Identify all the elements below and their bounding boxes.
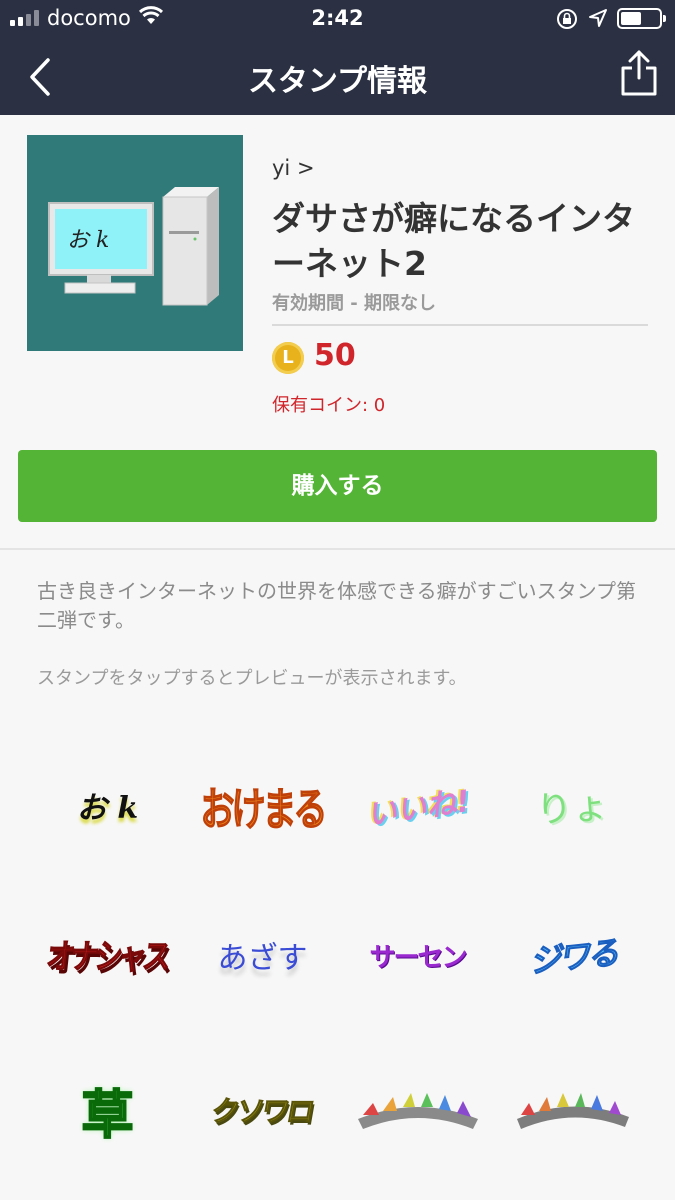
coins-owned: 保有コイン: 0 [272,395,386,416]
rotation-lock-icon [557,9,577,29]
package-title: ダサさが癖になるインターネット2 [272,199,635,283]
description: 古き良きインターネットの世界を体感できる癖がすごいスタンプ第二弾です。 [37,579,636,632]
sticker-10[interactable]: クソワロ [185,1035,340,1185]
validity-text: 有効期間 - 期限なし [272,293,437,314]
section-divider [0,548,675,550]
divider [272,324,648,326]
price: 50 [314,338,356,373]
computer-illustration: お k [48,187,219,306]
creator-link[interactable]: yi > [272,156,315,180]
page-title: スタンプ情報 [247,64,428,99]
top-bar: docomo 2:42 スタンプ情報 [0,0,675,115]
sticker-9[interactable]: 草 [30,1035,185,1185]
battery-icon [617,8,666,29]
sticker-8[interactable]: ジワる [495,880,650,1030]
sticker-text: あざす [217,941,308,976]
sticker-text: いいね! [364,783,472,834]
sticker-5[interactable]: オナシャス [30,880,185,1030]
package-thumbnail: お k [27,135,243,351]
sticker-4[interactable]: りょ [495,730,650,880]
sticker-3[interactable]: いいね! [340,730,495,880]
sticker-12-art [516,1093,629,1129]
sticker-text: お k [76,791,139,826]
sticker-7[interactable]: サーセン [340,880,495,1030]
sticker-text: おけまる [200,783,328,836]
sticker-text: 草 [80,1085,134,1147]
buy-button[interactable]: 購入する [18,450,657,522]
sticker-6[interactable]: あざす [185,880,340,1030]
status-bar: docomo 2:42 [0,0,675,38]
sticker-11-art [357,1093,478,1129]
sticker-12[interactable] [495,1035,650,1185]
sticker-text: りょ [535,785,611,832]
sticker-text: サーセン [369,942,467,973]
location-icon [589,9,607,27]
sticker-text: ジワる [527,933,619,981]
svg-text:お k: お k [67,228,109,253]
preview-hint: スタンプをタップするとプレビューが表示されます。 [37,668,467,689]
coin-icon: L [272,342,304,374]
sticker-11[interactable] [340,1035,495,1185]
sticker-text: クソワロ [209,1095,316,1129]
sticker-1[interactable]: お k [30,730,185,880]
sticker-2[interactable]: おけまる [185,730,340,880]
sticker-text: オナシャス [44,936,170,977]
share-button[interactable] [615,48,663,100]
